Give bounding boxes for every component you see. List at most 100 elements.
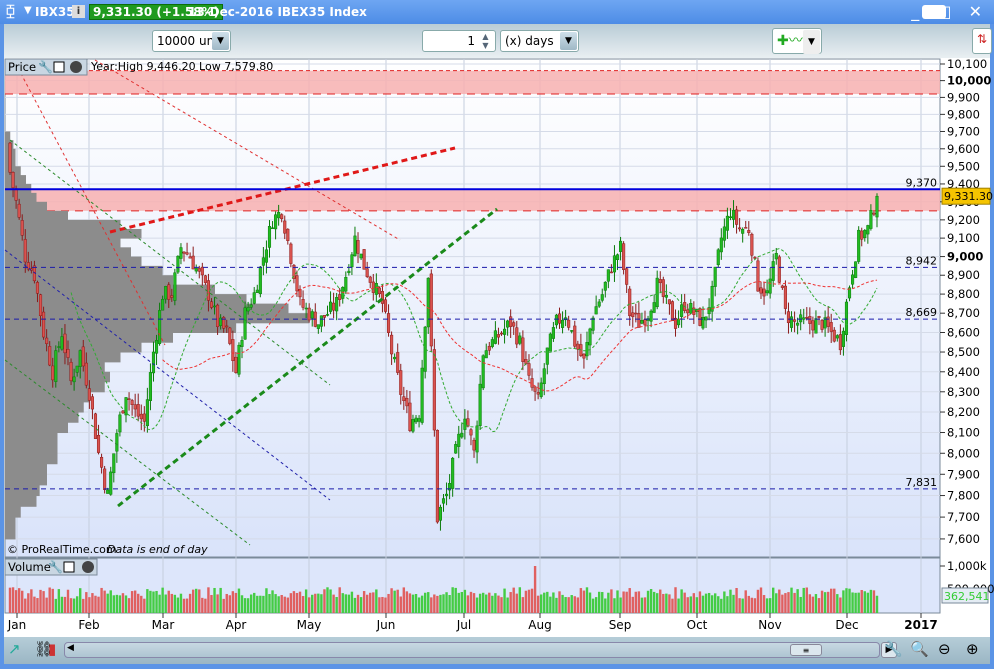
candle	[209, 301, 214, 308]
volume-profile-bar	[5, 332, 173, 343]
candle	[45, 337, 49, 344]
scroll-left-icon[interactable]: ◀	[67, 643, 74, 653]
volume-bar	[66, 589, 70, 613]
volume-bar	[85, 592, 88, 613]
maximize-panel-icon[interactable]	[63, 561, 75, 573]
volume-profile-bar	[5, 484, 40, 497]
candle	[725, 215, 729, 231]
candle	[768, 278, 772, 294]
candle	[530, 378, 534, 388]
volume-bar	[726, 596, 729, 613]
candle	[478, 383, 482, 426]
candle	[115, 433, 119, 452]
wrench-icon[interactable]: 🔧	[48, 559, 63, 574]
price-chart[interactable]: Jan Feb Mar Apr May Jun Jul Aug Sep Oct Nov Dec 2017…	[0, 58, 994, 637]
candle	[628, 288, 632, 317]
candle	[716, 249, 720, 266]
candle	[286, 228, 290, 241]
scrollbar-thumb[interactable]: ≡	[790, 644, 822, 656]
candlestick-chart-icon[interactable]: ⧮	[6, 3, 15, 19]
export-icon[interactable]: ↗	[8, 640, 21, 658]
volume-bar	[668, 594, 671, 613]
candle	[307, 307, 311, 321]
candle	[365, 268, 369, 277]
candle	[817, 316, 821, 318]
stepper-arrows-icon[interactable]: ▲ ▼	[477, 32, 494, 50]
candle	[802, 317, 806, 320]
candle	[136, 404, 140, 417]
volume-bar	[94, 595, 97, 613]
volume-bar	[466, 595, 470, 613]
side-panel-toggle-icon[interactable]: ⇅	[972, 28, 992, 54]
volume-bar	[756, 589, 760, 613]
volume-bar	[381, 596, 384, 613]
volume-profile-bar	[5, 322, 236, 333]
candle	[142, 413, 146, 422]
candle	[14, 188, 18, 201]
candle-style-icon[interactable]: ▮	[48, 640, 56, 658]
volume-bar	[289, 593, 293, 613]
chevron-down-icon[interactable]: ▼	[24, 5, 32, 16]
current-price-value: 9,331.30	[944, 190, 993, 203]
candle	[689, 303, 693, 314]
zoom-out-icon[interactable]: ⊖	[938, 640, 951, 658]
volume-bar	[759, 587, 763, 613]
candle	[677, 318, 681, 326]
volume-bar	[536, 595, 540, 613]
candle	[170, 295, 174, 298]
volume-bar	[347, 594, 351, 613]
chevron-down-icon[interactable]: ▼	[803, 30, 820, 54]
symbol-label[interactable]: IBX35	[35, 5, 75, 19]
candle	[735, 209, 739, 225]
chart-settings-wrench-icon[interactable]: 🔧	[884, 640, 903, 658]
candle	[808, 316, 812, 324]
candle	[588, 328, 592, 346]
candle	[814, 318, 818, 334]
x-axis-label-Sep: Sep	[609, 618, 632, 632]
info-icon[interactable]: i	[72, 5, 85, 18]
title-bar: ⧮ ▼ IBX35 i 9,331.30 (+1.58%) 13-Dec-201…	[0, 0, 994, 24]
y-axis-label: 10,100	[947, 58, 987, 71]
volume-bar	[695, 597, 699, 613]
add-indicator-button[interactable]: ✚〰 ▼	[772, 28, 822, 54]
candle	[487, 345, 491, 351]
volume-bar	[454, 587, 457, 613]
units-select[interactable]: 10000 units ▼	[152, 30, 231, 52]
window-controls[interactable]: _ □ ✕	[911, 2, 988, 21]
chevron-down-icon[interactable]: ▼	[560, 32, 577, 50]
volume-bar	[799, 596, 802, 613]
volume-bar	[475, 597, 479, 613]
maximize-panel-icon[interactable]	[53, 61, 65, 73]
volume-bar	[100, 587, 103, 613]
auto-zoom-icon[interactable]: 🔍	[910, 640, 929, 658]
close-panel-icon[interactable]	[70, 61, 82, 73]
volume-bar	[784, 593, 787, 613]
period-stepper[interactable]: 1 ▲ ▼	[422, 30, 496, 52]
volume-bar	[839, 597, 842, 613]
volume-bar	[652, 591, 656, 613]
close-panel-icon[interactable]	[82, 561, 94, 573]
volume-bar	[256, 595, 259, 613]
y-axis-label: 9,500	[947, 159, 980, 173]
horizontal-scrollbar[interactable]: ◀ ≡ ▶	[64, 642, 897, 658]
volume-bar	[491, 595, 494, 613]
candle	[380, 291, 384, 304]
volume-bar	[314, 593, 317, 613]
candle	[551, 327, 555, 339]
volume-bar	[567, 597, 570, 613]
zoom-in-icon[interactable]: ⊕	[966, 640, 979, 658]
candle	[652, 302, 656, 313]
period-unit-select[interactable]: (x) days ▼	[500, 30, 579, 52]
y-axis-label: 8,800	[947, 287, 980, 301]
candle	[872, 212, 876, 215]
candle	[377, 287, 381, 295]
volume-bar	[640, 597, 644, 613]
wrench-icon[interactable]: 🔧	[38, 59, 53, 74]
volume-bar	[185, 598, 189, 613]
volume-bar	[610, 589, 613, 613]
chevron-down-icon[interactable]: ▼	[212, 32, 229, 50]
volume-bar	[335, 597, 338, 613]
volume-bar	[372, 592, 375, 613]
volume-bar	[869, 589, 873, 613]
volume-bar	[747, 595, 750, 613]
